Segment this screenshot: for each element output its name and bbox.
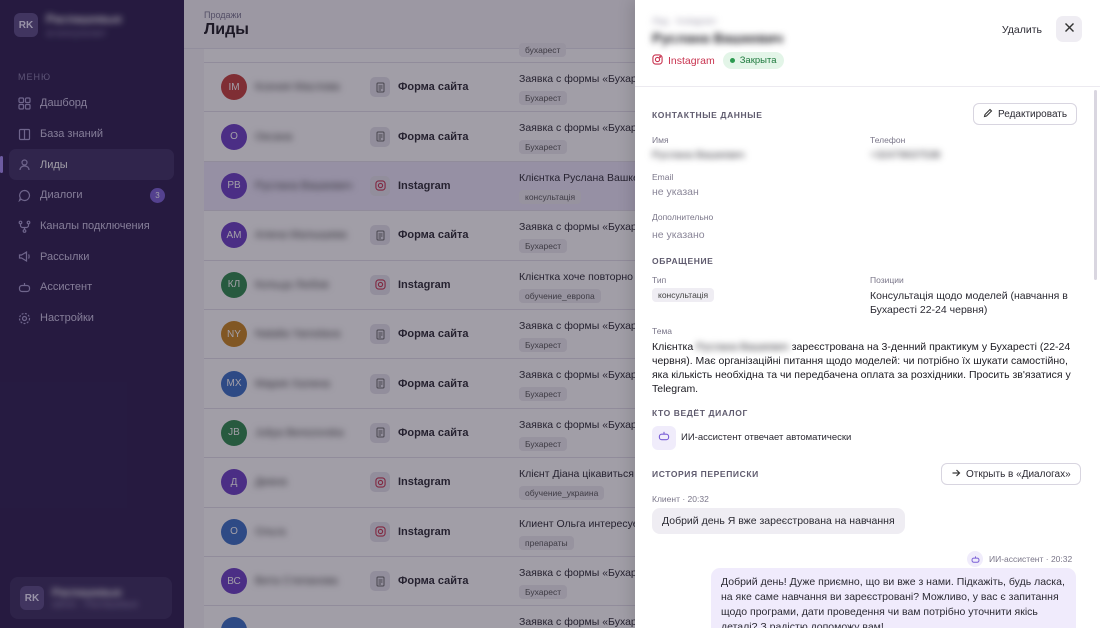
name-value: Руслана Вашкевич bbox=[652, 149, 745, 161]
type-chip: консультація bbox=[652, 288, 715, 302]
modal-backdrop[interactable] bbox=[0, 0, 635, 628]
extra-label: Дополнительно bbox=[652, 212, 714, 222]
bot-icon bbox=[967, 551, 983, 567]
operator-text: ИИ-ассистент отвечает автоматически bbox=[681, 432, 852, 443]
assistant-message-bubble: Добрий день! Дуже приємно, що ви вже з н… bbox=[711, 568, 1076, 628]
history-section-title: ИСТОРИЯ ПЕРЕПИСКИ bbox=[652, 469, 759, 479]
client-message-bubble: Добрий день Я вже зареєстрована на навча… bbox=[652, 508, 905, 534]
pencil-icon bbox=[983, 108, 993, 121]
source-label: Instagram bbox=[668, 54, 715, 67]
close-button[interactable] bbox=[1056, 16, 1082, 42]
status-badge: Закрыта bbox=[722, 52, 784, 69]
status-dot-icon bbox=[729, 58, 735, 63]
close-icon bbox=[1064, 20, 1075, 38]
source-badge: Instagram bbox=[652, 53, 715, 68]
panel-breadcrumb: Лид · Instagram bbox=[652, 16, 717, 26]
positions-value: Консультація щодо моделей (навчання в Бу… bbox=[870, 290, 1068, 316]
open-in-dialogs-label: Открыть в «Диалогах» bbox=[966, 468, 1071, 480]
panel-scrollbar[interactable] bbox=[1094, 90, 1097, 280]
edit-label: Редактировать bbox=[998, 108, 1068, 120]
contacts-section-title: КОНТАКТНЫЕ ДАННЫЕ bbox=[652, 110, 763, 120]
client-message-meta: Клиент · 20:32 bbox=[652, 494, 709, 504]
name-label: Имя bbox=[652, 135, 669, 145]
arrow-right-icon bbox=[951, 468, 961, 481]
type-label: Тип bbox=[652, 275, 667, 285]
instagram-icon bbox=[652, 53, 663, 68]
bot-icon bbox=[658, 429, 670, 447]
email-label: Email bbox=[652, 172, 674, 182]
panel-header: Лид · Instagram Руслана Вашкевич Instagr… bbox=[635, 0, 1100, 87]
assistant-message-meta: ИИ-ассистент · 20:32 bbox=[967, 551, 1072, 567]
assistant-meta-text: ИИ-ассистент · 20:32 bbox=[989, 554, 1073, 564]
assistant-avatar bbox=[652, 426, 676, 450]
lead-detail-panel: Лид · Instagram Руслана Вашкевич Instagr… bbox=[635, 0, 1100, 628]
topic-text: Клієнтка Руслана Вашкевич зареєстрована … bbox=[652, 340, 1072, 396]
phone-label: Телефон bbox=[870, 135, 906, 145]
request-section-title: ОБРАЩЕНИЕ bbox=[652, 256, 714, 266]
topic-prefix: Клієнтка bbox=[652, 341, 694, 353]
extra-value: не указано bbox=[652, 229, 705, 241]
phone-value: +32479637538 bbox=[870, 149, 941, 161]
topic-label: Тема bbox=[652, 326, 673, 336]
edit-button[interactable]: Редактировать bbox=[973, 103, 1078, 125]
email-value: не указан bbox=[652, 186, 699, 198]
lead-name: Руслана Вашкевич bbox=[652, 30, 784, 46]
open-in-dialogs-button[interactable]: Открыть в «Диалогах» bbox=[941, 463, 1081, 485]
positions-label: Позиции bbox=[870, 275, 904, 285]
operator-section-title: КТО ВЕДЁТ ДИАЛОГ bbox=[652, 408, 748, 418]
delete-button[interactable]: Удалить bbox=[1002, 24, 1042, 36]
topic-client-name: Руслана Вашкевич bbox=[696, 341, 789, 353]
status-label: Закрыта bbox=[739, 55, 777, 66]
